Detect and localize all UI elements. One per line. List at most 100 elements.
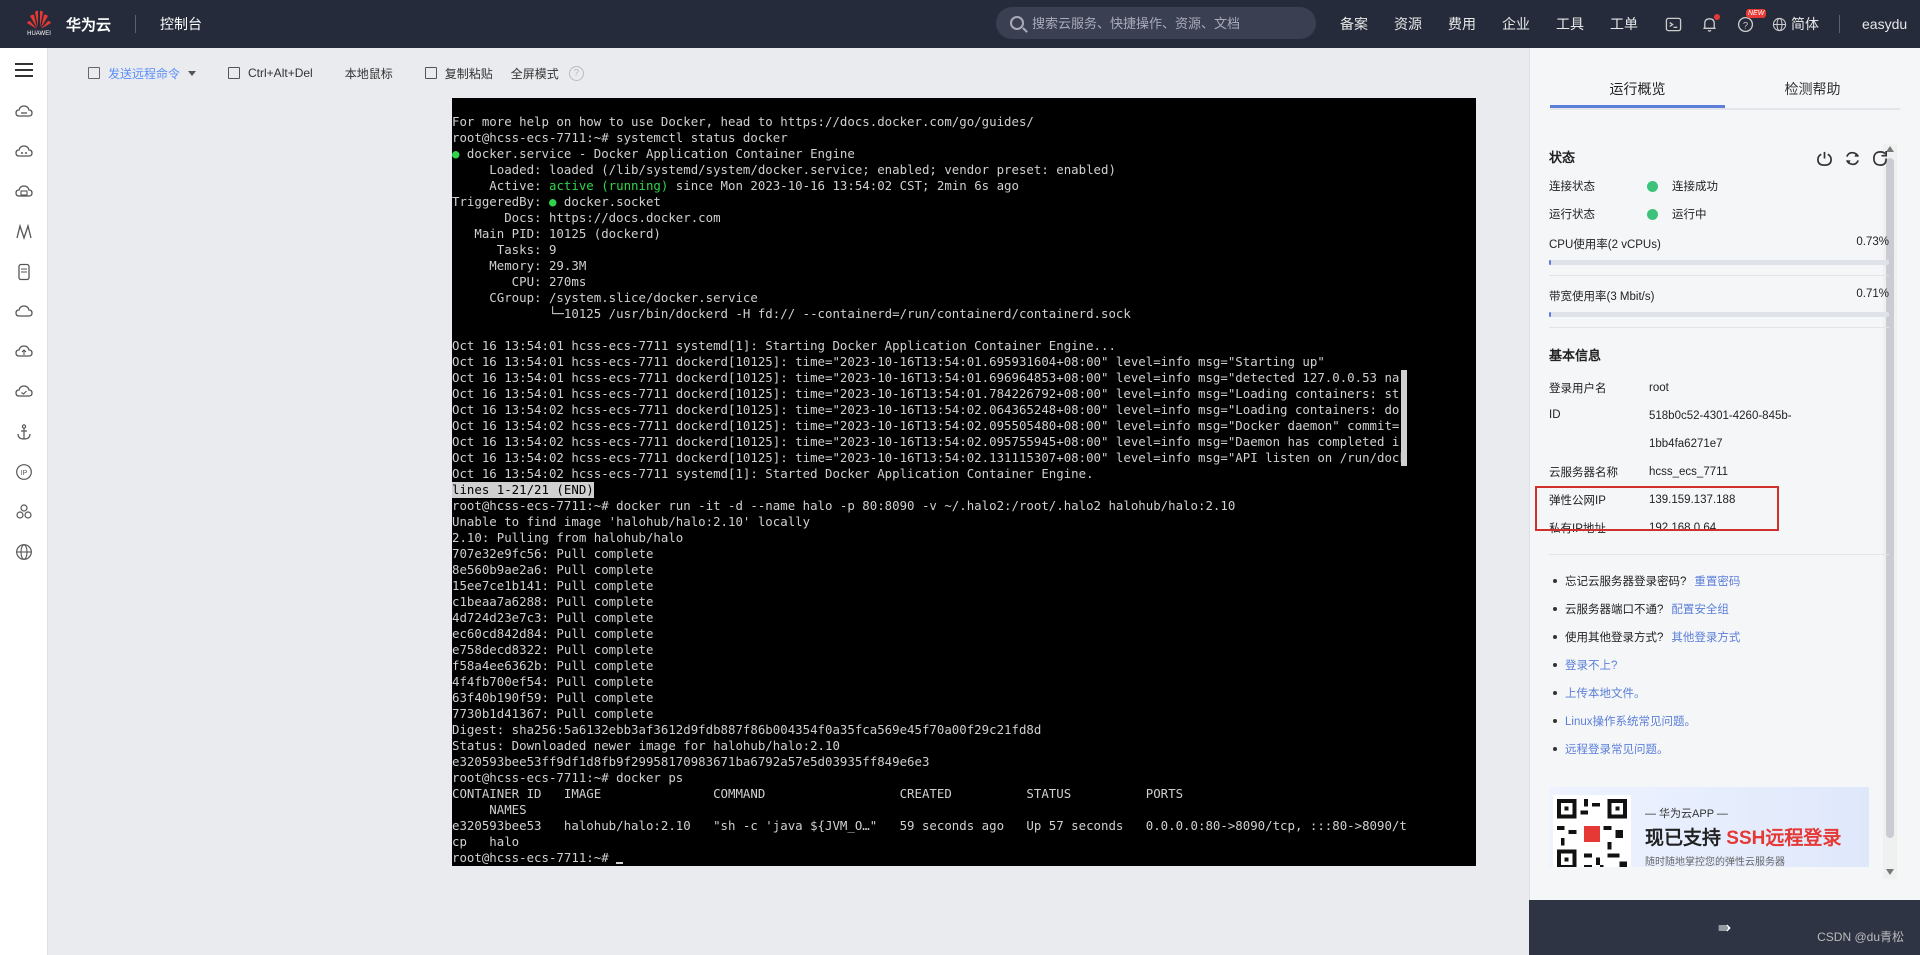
send-remote-command-button[interactable]: 发送远程命令 (88, 65, 197, 82)
terminal-line: TriggeredBy: ● docker.socket (452, 194, 661, 209)
terminal-line: Loaded: loaded (/lib/systemd/system/dock… (452, 162, 1116, 177)
private-ip-value: 192.168.0.64 (1649, 522, 1717, 534)
sidebar-item-storage[interactable] (0, 172, 48, 212)
sidebar-item-database[interactable] (0, 252, 48, 292)
tab-diagnostics[interactable]: 检测帮助 (1725, 70, 1900, 108)
search-icon (1010, 16, 1024, 30)
line-overflow-indicator (1400, 370, 1407, 386)
refresh-icon[interactable] (1871, 149, 1889, 167)
running-status-dot (1647, 208, 1658, 220)
terminal-line: Oct 16 13:54:02 hcss-ecs-7711 dockerd[10… (452, 418, 1407, 434)
cluster-icon (16, 504, 32, 519)
nav-billing[interactable]: 费用 (1448, 14, 1476, 34)
new-badge: NEW (1746, 9, 1767, 18)
terminal-line: e320593bee53 halohub/halo:2.10 "sh -c 'j… (452, 818, 1407, 833)
cloud-icon (15, 145, 33, 157)
send-command-label: 发送远程命令 (108, 66, 181, 81)
cloud-outline-icon (15, 305, 33, 317)
sidebar-item-ip[interactable]: IP (0, 452, 48, 492)
global-search[interactable] (996, 7, 1316, 39)
terminal-line: Memory: 29.3M (452, 258, 587, 273)
terminal-line: Main PID: 10125 (dockerd) (452, 226, 661, 241)
terminal-line: Oct 16 13:54:02 hcss-ecs-7711 systemd[1]… (452, 466, 1094, 481)
terminal-line: Oct 16 13:54:01 hcss-ecs-7711 dockerd[10… (452, 370, 1407, 386)
help-icon[interactable]: ? NEW (1736, 9, 1767, 33)
bandwidth-label: 带宽使用率(3 Mbit/s) (1549, 291, 1655, 303)
terminal-line: lines 1-21/21 (END) (452, 482, 1407, 498)
reset-password-link[interactable]: 重置密码 (1694, 573, 1740, 589)
remote-toolbar: 发送远程命令 Ctrl+Alt+Del 本地鼠标 复制粘贴 全屏模式 ? (48, 48, 1528, 98)
terminal-line: root@hcss-ecs-7711:~# docker ps (452, 770, 684, 785)
app-promo-banner[interactable]: — 华为云APP — 现已支持 SSH远程登录 随时随地掌控您的弹性云服务器 (1549, 787, 1869, 867)
list-item: 上传本地文件。 (1549, 679, 1889, 707)
linux-faq-link[interactable]: Linux操作系统常见问题。 (1565, 713, 1696, 729)
terminal-line: Oct 16 13:54:02 hcss-ecs-7711 dockerd[10… (452, 434, 1407, 450)
list-item: 远程登录常见问题。 (1549, 735, 1889, 763)
terminal-line: 4f4fb700ef54: Pull complete (452, 674, 654, 689)
restart-icon[interactable] (1843, 149, 1861, 167)
fullscreen-button[interactable]: 全屏模式 (511, 65, 559, 82)
left-sidebar: IP (0, 48, 48, 955)
promo-title-highlight: SSH远程登录 (1726, 828, 1842, 849)
terminal-line: Unable to find image 'halohub/halo:2.10'… (452, 514, 811, 529)
sidebar-item-network[interactable] (0, 212, 48, 252)
copy-paste-button[interactable]: 复制粘贴 (424, 65, 493, 82)
terminal-line: For more help on how to use Docker, head… (452, 114, 1034, 129)
huawei-logo[interactable]: HUAWEI 华为云 (24, 9, 111, 39)
divider (1549, 275, 1889, 276)
status-title: 状态 (1549, 150, 1576, 165)
tab-overview[interactable]: 运行概览 (1550, 70, 1725, 108)
nav-enterprise[interactable]: 企业 (1502, 14, 1530, 34)
terminal-line: Active: active (running) since Mon 2023-… (452, 178, 1019, 193)
bell-icon[interactable] (1700, 14, 1720, 33)
cpu-bar-fill (1549, 260, 1552, 265)
private-ip-row: 私有IP地址 192.168.0.64 (1549, 514, 1889, 542)
help-icon[interactable]: ? (568, 65, 584, 81)
collapse-panel-icon[interactable]: ⇛ (1718, 918, 1731, 938)
local-mouse-button[interactable]: 本地鼠标 (345, 65, 393, 82)
id-value-line2: 1bb4fa6271e7 (1649, 438, 1723, 450)
nav-tickets[interactable]: 工单 (1610, 14, 1638, 34)
svg-text:IP: IP (21, 470, 28, 477)
cannot-login-link[interactable]: 登录不上? (1565, 657, 1617, 673)
clipboard-icon (424, 67, 437, 79)
remote-login-faq-link[interactable]: 远程登录常见问题。 (1565, 741, 1669, 757)
sidebar-item-backup[interactable] (0, 372, 48, 412)
other-login-link[interactable]: 其他登录方式 (1671, 629, 1740, 645)
power-icon[interactable] (1815, 149, 1833, 167)
sidebar-item-ecs[interactable] (0, 92, 48, 132)
language-switch[interactable]: 简体 (1772, 14, 1819, 34)
search-input[interactable] (1032, 15, 1292, 31)
ctrl-alt-del-button[interactable]: Ctrl+Alt+Del (228, 66, 313, 80)
sidebar-item-global[interactable] (0, 532, 48, 572)
upload-file-link[interactable]: 上传本地文件。 (1565, 685, 1646, 701)
cpu-label: CPU使用率(2 vCPUs) (1549, 239, 1661, 251)
line-overflow-indicator (1400, 418, 1407, 434)
terminal-line: root@hcss-ecs-7711:~# systemctl status d… (452, 130, 788, 145)
nav-resources[interactable]: 资源 (1394, 14, 1422, 34)
top-bar: HUAWEI 华为云 控制台 备案 资源 费用 企业 工具 工单 ? NEW 简… (0, 0, 1920, 48)
nav-tools[interactable]: 工具 (1556, 14, 1584, 34)
sidebar-item-cloud[interactable] (0, 132, 48, 172)
bandwidth-value: 0.71% (1856, 288, 1889, 300)
cloud-shell-icon[interactable] (1664, 15, 1682, 33)
sidebar-item-security[interactable] (0, 492, 48, 532)
sidebar-item-anchor[interactable] (0, 412, 48, 452)
security-group-link[interactable]: 配置安全组 (1671, 601, 1729, 617)
user-menu[interactable]: easydu (1862, 16, 1907, 32)
menu-toggle[interactable] (0, 48, 48, 92)
run-status-row: 运行状态 运行中 (1549, 200, 1889, 228)
terminal-line: 2.10: Pulling from halohub/halo (452, 530, 684, 545)
sidebar-item-upload[interactable] (0, 332, 48, 372)
nav-beian[interactable]: 备案 (1340, 14, 1368, 34)
eip-row: 弹性公网IP 139.159.137.188 (1549, 486, 1889, 514)
console-link[interactable]: 控制台 (160, 14, 202, 34)
basic-info: 基本信息 登录用户名 root ID 518b0c52-4301-4260-84… (1549, 342, 1889, 542)
remote-terminal[interactable]: For more help on how to use Docker, head… (452, 98, 1476, 866)
sidebar-item-cdn[interactable] (0, 292, 48, 332)
connection-status-label: 连接状态 (1549, 181, 1595, 193)
command-icon (88, 67, 100, 79)
terminal-line: 7730b1d41367: Pull complete (452, 706, 654, 721)
promo-subtitle: — 华为云APP — (1645, 808, 1728, 820)
promo-title-prefix: 现已支持 (1645, 828, 1727, 849)
